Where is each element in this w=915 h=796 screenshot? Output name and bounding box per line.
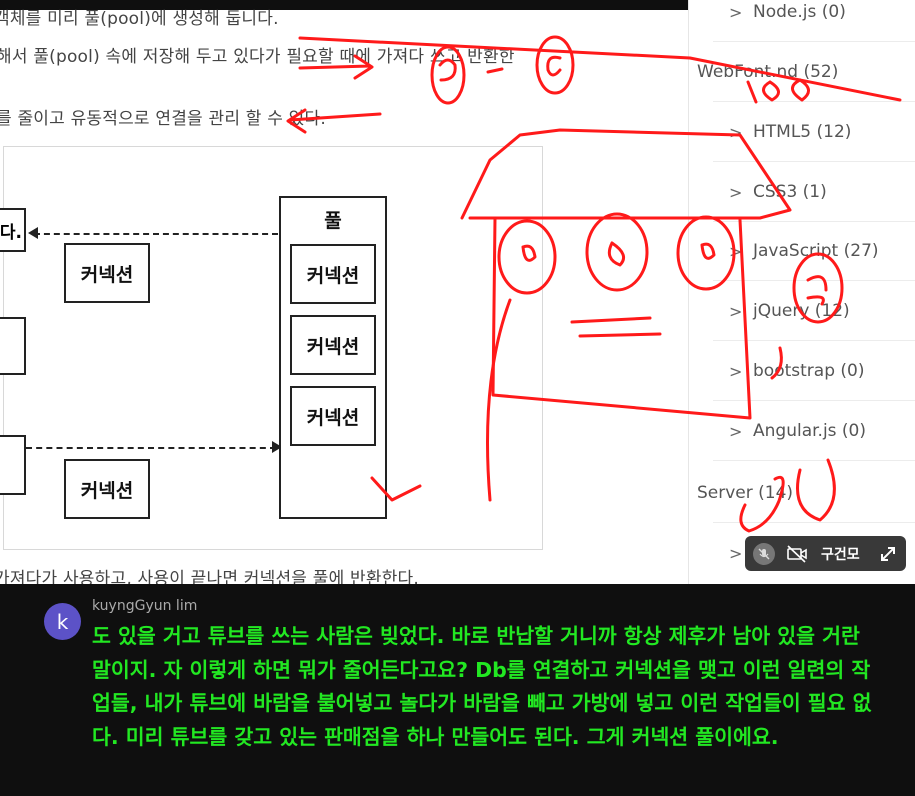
participant-name: 구건모	[821, 546, 860, 563]
annotation-right-arrow	[298, 54, 374, 80]
annotation-arrow-down	[370, 298, 512, 502]
annotation-digit-1	[438, 58, 457, 82]
annotation-digit-2	[546, 55, 562, 77]
annotation-oval-2	[535, 35, 575, 95]
shared-screen: 객체를 미리 풀(pool)에 생성해 둡니다. 해서 풀(pool) 속에 저…	[0, 0, 915, 584]
annotation-eye-1	[497, 219, 557, 295]
avatar[interactable]: k	[44, 603, 81, 640]
annotation-bottom-scribble	[739, 475, 785, 533]
annotation-mouth	[570, 316, 662, 338]
annotation-oval-right	[792, 252, 844, 324]
call-participant-pill[interactable]: 구건모	[745, 536, 906, 571]
red-pen-annotations	[286, 35, 902, 533]
annotation-dash	[486, 67, 504, 74]
annotation-left-arrow	[286, 108, 382, 134]
annotation-eye-3	[676, 215, 736, 291]
annotation-eye-2	[585, 212, 649, 292]
mic-muted-icon[interactable]	[753, 542, 775, 565]
annotation-oval-1	[430, 45, 466, 105]
chat-message-text: 도 있을 거고 튜브를 쓰는 사람은 빚었다. 바로 반납할 거니까 항상 제후…	[92, 624, 872, 749]
annotation-scribble-100	[746, 78, 810, 104]
camera-off-icon[interactable]	[785, 543, 809, 565]
chat-username: kuyngGyun lim	[92, 598, 198, 614]
expand-icon[interactable]	[878, 544, 898, 564]
annotation-roof	[460, 128, 792, 220]
